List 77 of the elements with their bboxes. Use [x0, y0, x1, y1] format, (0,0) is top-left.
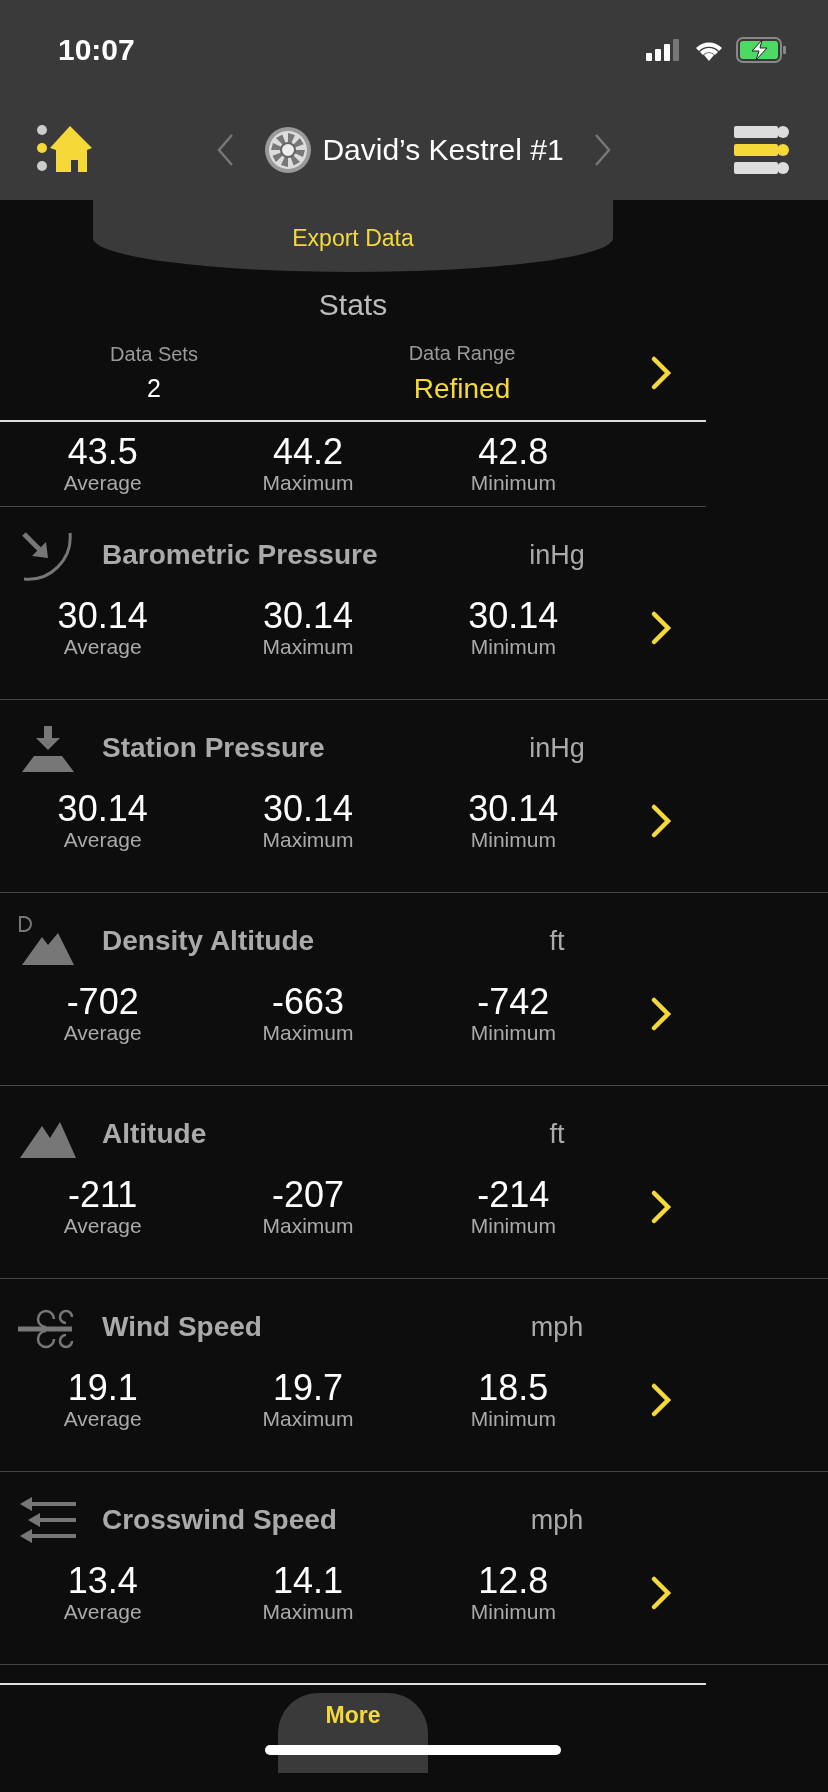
stat-value: 30.14 [262, 597, 354, 635]
summary-label: Data Range [408, 341, 516, 365]
stat-value: -214 [477, 1176, 550, 1214]
stat-value: 30.14 [262, 790, 354, 828]
wifi-icon [694, 39, 724, 61]
measurement-name: Wind Speed [102, 1311, 263, 1343]
unit-label: mph [529, 1311, 585, 1343]
summary-value: Refined [413, 372, 511, 405]
measurement-name: Crosswind Speed [102, 1504, 338, 1536]
fan-icon [264, 126, 313, 174]
stat-value: 18.5 [478, 1369, 549, 1407]
stat-label: Minimum [470, 471, 556, 495]
stat-value: 19.7 [272, 1369, 344, 1407]
stat-label: Average [63, 635, 142, 659]
stat-label: Minimum [470, 828, 556, 852]
menu-button[interactable] [734, 124, 790, 176]
stat-value: 44.2 [272, 433, 344, 471]
stat-value: 30.14 [57, 597, 148, 635]
stat-label: Average [63, 828, 142, 852]
stat-label: Maximum [262, 471, 354, 495]
stat-value: 12.8 [478, 1562, 549, 1600]
stat-value: 19.1 [67, 1369, 138, 1407]
chevron-icon[interactable] [650, 803, 672, 839]
summary-value: 2 [147, 374, 161, 403]
stat-label: Minimum [470, 1407, 556, 1431]
arrows-icon [18, 1494, 78, 1546]
stat-label: Minimum [470, 1600, 556, 1624]
stat-label: Minimum [470, 1021, 556, 1045]
battery-charging-icon [736, 37, 788, 63]
chevron-icon[interactable] [650, 1575, 672, 1611]
stat-value: -663 [271, 983, 344, 1021]
unit-label: mph [529, 1504, 585, 1536]
stat-value: 43.5 [67, 433, 138, 471]
chevron-icon[interactable] [650, 996, 672, 1032]
measurement-name: Barometric Pressure [102, 539, 379, 571]
stat-value: 30.14 [57, 790, 148, 828]
unit-label: inHg [528, 539, 586, 571]
unit-label: inHg [528, 732, 586, 764]
unit-label: ft [548, 925, 566, 957]
stat-value: -702 [66, 983, 139, 1021]
next-device-button[interactable] [593, 133, 612, 167]
summary-label: Data Sets [110, 343, 198, 366]
stat-value: -211 [67, 1176, 138, 1214]
stat-value: -742 [477, 983, 550, 1021]
stat-label: Average [63, 1407, 142, 1431]
stat-label: Average [63, 1600, 142, 1624]
stat-label: Average [63, 1214, 142, 1238]
stat-value: 30.14 [468, 597, 559, 635]
signal-icon [646, 39, 682, 61]
stat-label: Maximum [262, 828, 354, 852]
stat-label: Maximum [262, 1407, 354, 1431]
status-time: 10:07 [58, 33, 135, 67]
chevron-icon[interactable] [650, 355, 672, 391]
chevron-icon[interactable] [650, 1189, 672, 1225]
chevron-icon[interactable] [650, 610, 672, 646]
stat-label: Maximum [262, 1214, 354, 1238]
stat-label: Minimum [470, 635, 556, 659]
stat-label: Maximum [262, 635, 354, 659]
previous-device-button[interactable] [216, 133, 235, 167]
stats-title: Stats [317, 288, 389, 322]
stat-label: Maximum [262, 1600, 354, 1624]
export-data-tab[interactable]: Export Data [93, 200, 613, 272]
stat-value: 13.4 [67, 1562, 138, 1600]
stat-label: Average [63, 471, 142, 495]
chevron-icon[interactable] [650, 1382, 672, 1418]
stat-value: 14.1 [272, 1562, 344, 1600]
unit-label: ft [548, 1118, 566, 1150]
stat-label: Average [63, 1021, 142, 1045]
device-name: David’s Kestrel #1 [322, 133, 564, 167]
stat-label: Maximum [262, 1021, 354, 1045]
stat-value: 30.14 [468, 790, 559, 828]
stat-value: -207 [271, 1176, 344, 1214]
stat-label: Minimum [470, 1214, 556, 1238]
measurement-name: Density Altitude [102, 925, 316, 957]
measurement-name: Station Pressure [102, 732, 326, 764]
stat-value: 42.8 [478, 433, 549, 471]
measurement-name: Altitude [102, 1118, 208, 1150]
